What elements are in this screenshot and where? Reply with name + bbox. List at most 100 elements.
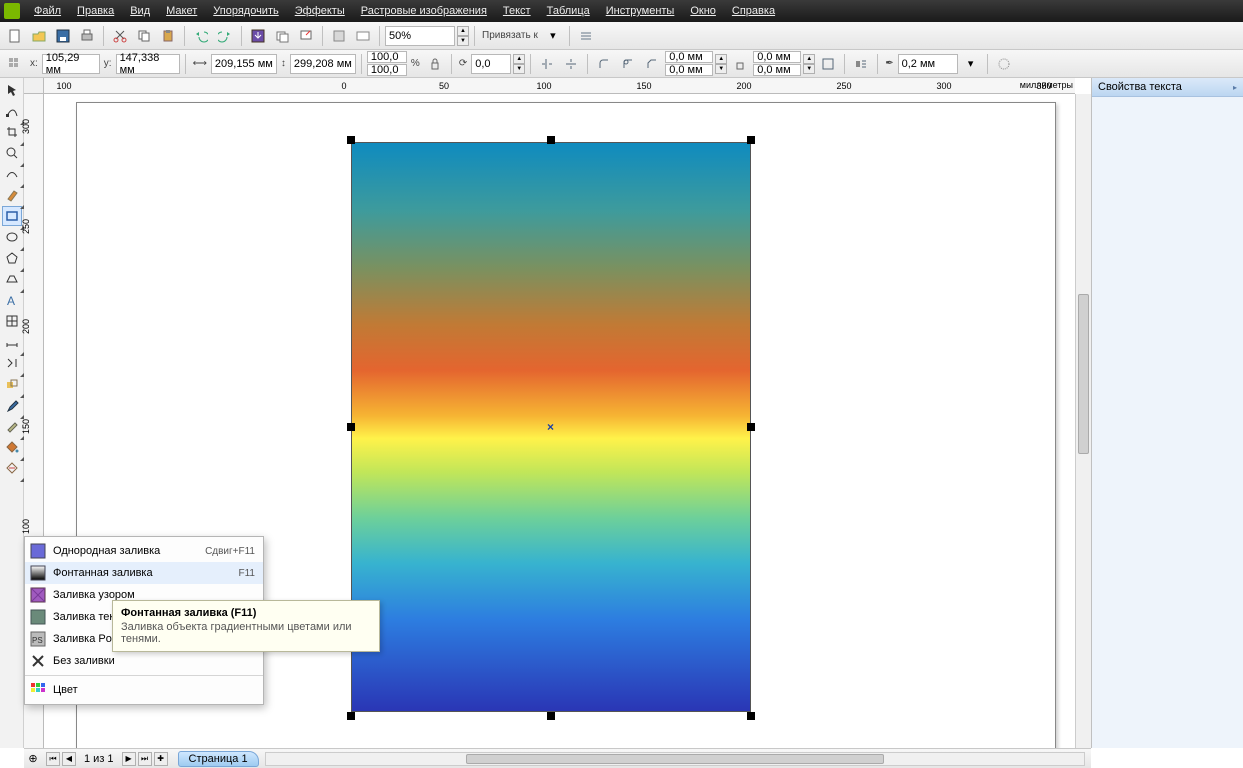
page-tab-1[interactable]: Страница 1 bbox=[178, 751, 259, 767]
menu-layout[interactable]: Макет bbox=[158, 2, 205, 20]
smart-fill-tool[interactable] bbox=[2, 185, 22, 205]
handle-tc[interactable] bbox=[547, 136, 555, 144]
snap-dropdown[interactable]: ▾ bbox=[542, 25, 564, 47]
copy-button[interactable] bbox=[133, 25, 155, 47]
zoom-tool[interactable] bbox=[2, 143, 22, 163]
basic-shapes-tool[interactable] bbox=[2, 269, 22, 289]
handle-tl[interactable] bbox=[347, 136, 355, 144]
pick-tool[interactable] bbox=[2, 80, 22, 100]
redo-button[interactable] bbox=[214, 25, 236, 47]
corner-bl-field[interactable]: 0,0 мм bbox=[665, 64, 713, 76]
import-button[interactable] bbox=[247, 25, 269, 47]
fill-color-item[interactable]: Цвет bbox=[25, 679, 263, 701]
horizontal-scrollbar[interactable] bbox=[265, 752, 1085, 766]
page-last-button[interactable]: ⏭ bbox=[138, 752, 152, 766]
polygon-tool[interactable] bbox=[2, 248, 22, 268]
outline-tool[interactable] bbox=[2, 416, 22, 436]
rectangle-tool[interactable] bbox=[2, 206, 22, 226]
ellipse-tool[interactable] bbox=[2, 227, 22, 247]
table-tool[interactable] bbox=[2, 311, 22, 331]
crop-tool[interactable] bbox=[2, 122, 22, 142]
ruler-corner[interactable] bbox=[24, 78, 44, 94]
x-field[interactable]: 105,29 мм bbox=[42, 54, 100, 74]
hscroll-thumb[interactable] bbox=[466, 754, 884, 764]
menu-window[interactable]: Окно bbox=[682, 2, 724, 20]
to-front-button[interactable] bbox=[993, 53, 1015, 75]
handle-mr[interactable] bbox=[747, 423, 755, 431]
export-button[interactable] bbox=[271, 25, 293, 47]
paste-button[interactable] bbox=[157, 25, 179, 47]
cut-button[interactable] bbox=[109, 25, 131, 47]
menu-arrange[interactable]: Упорядочить bbox=[205, 2, 286, 20]
rotate-spin[interactable]: ▲▼ bbox=[513, 54, 525, 74]
corner-a-spin[interactable]: ▲▼ bbox=[715, 54, 727, 74]
outline-width-field[interactable]: 0,2 мм bbox=[898, 54, 958, 74]
launch-button[interactable] bbox=[295, 25, 317, 47]
handle-br[interactable] bbox=[747, 712, 755, 720]
app-launcher-button[interactable] bbox=[328, 25, 350, 47]
corner-b-spin[interactable]: ▲▼ bbox=[803, 54, 815, 74]
scale-x-field[interactable]: 100,0 bbox=[367, 51, 407, 63]
handle-bl[interactable] bbox=[347, 712, 355, 720]
menu-bitmaps[interactable]: Растровые изображения bbox=[353, 2, 495, 20]
corner-tl-field[interactable]: 0,0 мм bbox=[665, 51, 713, 63]
menu-text[interactable]: Текст bbox=[495, 2, 539, 20]
relative-corner-button[interactable] bbox=[817, 53, 839, 75]
menu-file[interactable]: Файл bbox=[26, 2, 69, 20]
text-tool[interactable]: A bbox=[2, 290, 22, 310]
undo-button[interactable] bbox=[190, 25, 212, 47]
handle-ml[interactable] bbox=[347, 423, 355, 431]
y-field[interactable]: 147,338 мм bbox=[116, 54, 180, 74]
new-button[interactable] bbox=[4, 25, 26, 47]
corner-tr-field[interactable]: 0,0 мм bbox=[753, 51, 801, 63]
eyedropper-tool[interactable] bbox=[2, 395, 22, 415]
menu-table[interactable]: Таблица bbox=[539, 2, 598, 20]
menu-effects[interactable]: Эффекты bbox=[287, 2, 353, 20]
lock-ratio-button[interactable] bbox=[424, 53, 446, 75]
scale-y-field[interactable]: 100,0 bbox=[367, 64, 407, 76]
save-button[interactable] bbox=[52, 25, 74, 47]
mirror-v-button[interactable] bbox=[560, 53, 582, 75]
corner-scallop-button[interactable] bbox=[617, 53, 639, 75]
fill-fountain-item[interactable]: Фонтанная заливка F11 bbox=[25, 562, 263, 584]
horizontal-ruler[interactable]: 100 0 50 100 150 200 250 300 350 миллиме… bbox=[44, 78, 1075, 94]
page-new-button[interactable]: ✚ bbox=[154, 752, 168, 766]
height-field[interactable]: 299,208 мм bbox=[290, 54, 356, 74]
handle-tr[interactable] bbox=[747, 136, 755, 144]
print-button[interactable] bbox=[76, 25, 98, 47]
freehand-tool[interactable] bbox=[2, 164, 22, 184]
dimension-tool[interactable] bbox=[2, 332, 22, 352]
object-origin-button[interactable] bbox=[4, 53, 26, 75]
zoom-spinner[interactable]: ▲▼ bbox=[457, 26, 469, 46]
rotate-field[interactable]: 0,0 bbox=[471, 54, 511, 74]
fill-tool[interactable] bbox=[2, 437, 22, 457]
collapse-icon[interactable]: ▸ bbox=[1233, 83, 1237, 92]
corner-lock-button[interactable] bbox=[729, 53, 751, 75]
page-prev-button[interactable]: ◀ bbox=[62, 752, 76, 766]
menu-view[interactable]: Вид bbox=[122, 2, 158, 20]
effects-tool[interactable] bbox=[2, 374, 22, 394]
wrap-text-button[interactable] bbox=[850, 53, 872, 75]
outline-dropdown[interactable]: ▾ bbox=[960, 53, 982, 75]
shape-tool[interactable] bbox=[2, 101, 22, 121]
zoom-field[interactable]: 50% bbox=[385, 26, 455, 46]
fill-none-item[interactable]: Без заливки bbox=[25, 650, 263, 672]
fill-uniform-item[interactable]: Однородная заливка Сдвиг+F11 bbox=[25, 540, 263, 562]
corner-chamfer-button[interactable] bbox=[641, 53, 663, 75]
corner-round-button[interactable] bbox=[593, 53, 615, 75]
handle-bc[interactable] bbox=[547, 712, 555, 720]
menu-edit[interactable]: Правка bbox=[69, 2, 122, 20]
open-button[interactable] bbox=[28, 25, 50, 47]
page-next-button[interactable]: ▶ bbox=[122, 752, 136, 766]
corner-br-field[interactable]: 0,0 мм bbox=[753, 64, 801, 76]
connector-tool[interactable] bbox=[2, 353, 22, 373]
page-add-button[interactable]: ⊕ bbox=[24, 751, 42, 767]
welcome-button[interactable] bbox=[352, 25, 374, 47]
width-field[interactable]: 209,155 мм bbox=[211, 54, 277, 74]
menu-tools[interactable]: Инструменты bbox=[598, 2, 683, 20]
docker-tab-text-properties[interactable]: Свойства текста ▸ bbox=[1092, 78, 1243, 97]
page-first-button[interactable]: ⏮ bbox=[46, 752, 60, 766]
vertical-scrollbar[interactable] bbox=[1075, 94, 1091, 748]
scrollbar-thumb[interactable] bbox=[1078, 294, 1089, 454]
mirror-h-button[interactable] bbox=[536, 53, 558, 75]
